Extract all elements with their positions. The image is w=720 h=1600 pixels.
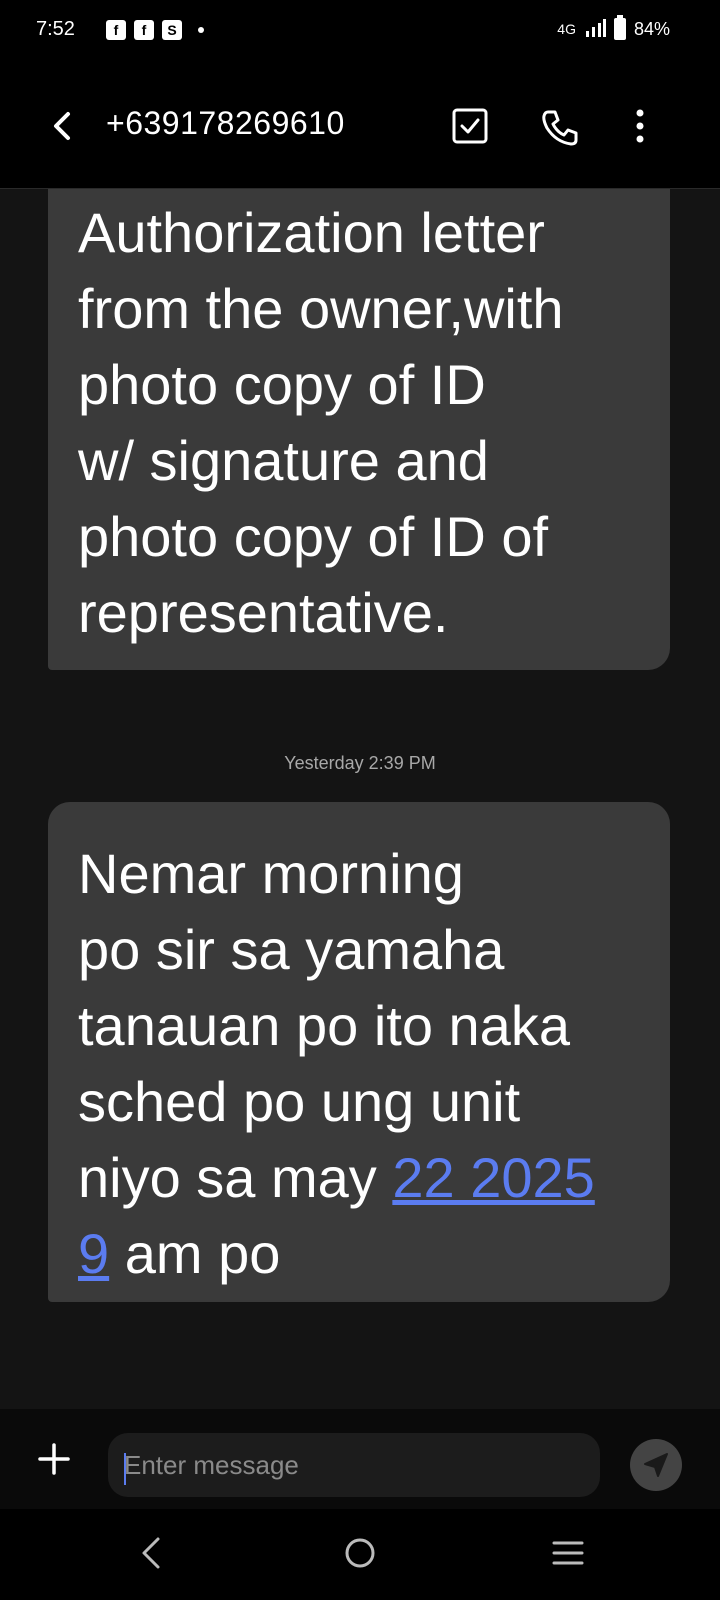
network-type: 4G — [557, 21, 576, 37]
battery-icon — [613, 15, 626, 40]
date-link[interactable]: 22 2025 — [392, 1146, 594, 1209]
message-bubble[interactable]: Nemar morning po sir sa yamaha tanauan p… — [48, 802, 670, 1302]
message-text: Nemar morning po sir sa yamaha tanauan p… — [78, 836, 640, 1292]
phone-icon[interactable] — [538, 104, 582, 148]
conversation-header: +639178269610 — [0, 64, 720, 189]
message-timestamp: Yesterday 2:39 PM — [284, 753, 436, 773]
signal-icon — [585, 19, 606, 37]
facebook-icon: f — [106, 20, 126, 40]
status-right: 4G 84% — [557, 15, 670, 40]
nav-back-icon[interactable] — [130, 1531, 174, 1575]
text-caret — [124, 1453, 126, 1485]
status-bar: 7:52 f f S 4G 84% — [0, 0, 720, 64]
battery-level: 84% — [633, 18, 670, 39]
more-vert-icon[interactable] — [618, 104, 662, 148]
send-button[interactable] — [630, 1439, 682, 1491]
back-icon[interactable] — [48, 106, 76, 146]
notification-icons: f f S — [106, 20, 204, 40]
message-text: Authorization letter from the owner,with… — [78, 201, 564, 644]
nav-home-icon[interactable] — [338, 1531, 382, 1575]
contact-name: +639178269610 — [106, 105, 345, 141]
send-icon — [644, 1453, 668, 1477]
system-nav-bar — [0, 1509, 720, 1600]
date-link[interactable]: 9 — [78, 1222, 109, 1285]
checkbox-icon[interactable] — [448, 104, 492, 148]
message-text-part: am po — [109, 1222, 281, 1285]
s-app-icon: S — [162, 20, 182, 40]
plus-icon[interactable] — [34, 1439, 74, 1479]
message-list[interactable]: Authorization letter from the owner,with… — [0, 189, 720, 1409]
nav-recents-icon[interactable] — [546, 1531, 590, 1575]
status-time: 7:52 — [36, 18, 75, 40]
notification-dot-icon — [198, 27, 204, 33]
facebook-icon: f — [134, 20, 154, 40]
composer — [0, 1409, 720, 1509]
message-bubble[interactable]: Authorization letter from the owner,with… — [48, 189, 670, 670]
message-input[interactable] — [108, 1433, 600, 1497]
